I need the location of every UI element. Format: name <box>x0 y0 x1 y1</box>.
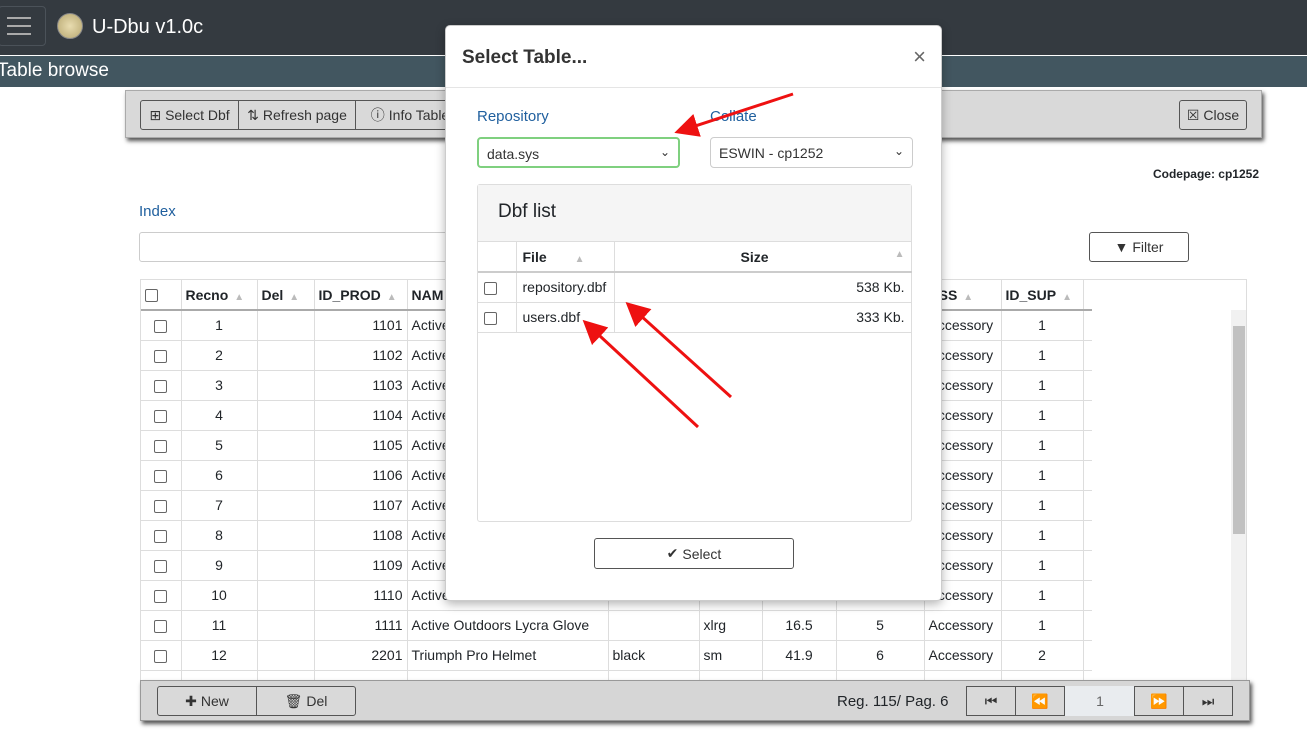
annotation-arrows <box>582 92 794 429</box>
arrow-to-repository-dbf <box>625 301 733 399</box>
arrow-to-users-dbf <box>582 319 700 429</box>
arrow-to-repository <box>674 92 794 137</box>
